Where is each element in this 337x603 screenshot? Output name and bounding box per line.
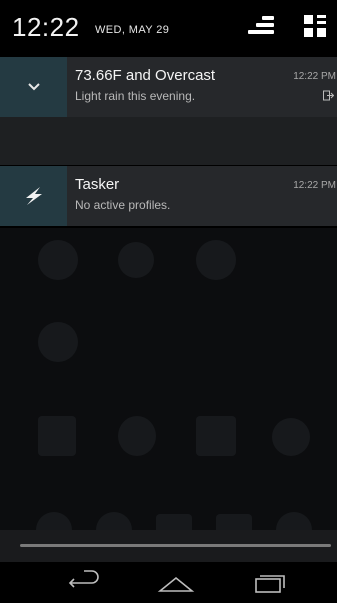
app-icon: [38, 416, 76, 456]
notification-icon-box[interactable]: [0, 57, 67, 117]
clear-all-icon-bar: [248, 30, 274, 34]
clear-all-icon: [262, 16, 274, 20]
home-screen-background: [0, 228, 337, 560]
notification-time: 12:22 PM: [293, 71, 336, 82]
navigation-bar: [0, 562, 337, 603]
notification-spacer: [0, 117, 337, 165]
notification-shade-handle[interactable]: [0, 530, 337, 562]
home-button[interactable]: [156, 570, 196, 596]
status-date: WED, MAY 29: [95, 24, 170, 36]
notification-title: Tasker: [75, 176, 120, 193]
app-icon: [196, 240, 236, 280]
tasker-notification[interactable]: Tasker No active profiles. 12:22 PM: [0, 166, 337, 226]
back-icon: [68, 570, 99, 588]
app-icon: [38, 322, 78, 362]
app-icon: [196, 416, 236, 456]
notification-icon-box[interactable]: [0, 166, 67, 226]
notification-subtitle: No active profiles.: [75, 198, 171, 212]
weather-notification[interactable]: 73.66F and Overcast Light rain this even…: [0, 57, 337, 117]
app-icon: [38, 240, 78, 280]
quick-settings-button[interactable]: [302, 13, 328, 39]
home-icon: [157, 576, 195, 592]
shade-handle-line: [20, 544, 331, 547]
app-icon: [118, 242, 154, 278]
recent-apps-icon: [255, 575, 285, 593]
lightning-bolt-icon: [26, 187, 42, 205]
recent-apps-button[interactable]: [250, 570, 290, 596]
chevron-down-icon: [28, 83, 40, 91]
status-clock: 12:22: [12, 12, 80, 42]
exit-icon[interactable]: [323, 90, 334, 101]
back-button[interactable]: [62, 570, 102, 596]
notification-time: 12:22 PM: [293, 180, 336, 191]
clear-all-icon-bar: [256, 23, 274, 27]
notification-title: 73.66F and Overcast: [75, 67, 216, 84]
app-icon: [272, 418, 310, 456]
status-bar: 12:22 WED, MAY 29: [0, 0, 337, 52]
app-icon: [118, 416, 156, 456]
clear-all-notifications-button[interactable]: [246, 14, 278, 38]
notification-subtitle: Light rain this evening.: [75, 89, 196, 103]
